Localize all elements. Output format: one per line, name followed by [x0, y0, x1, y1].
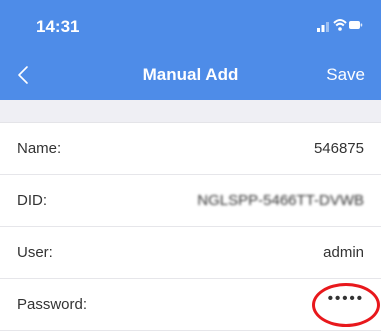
- device-form: Name: 546875 DID: NGLSPP-5466TT-DVWB Use…: [0, 122, 381, 331]
- password-label: Password:: [17, 296, 88, 313]
- password-row[interactable]: Password: •••••: [0, 279, 381, 331]
- battery-icon: [349, 21, 363, 29]
- did-row[interactable]: DID: NGLSPP-5466TT-DVWB: [0, 175, 381, 227]
- status-bar: 14:31: [0, 0, 381, 50]
- name-label: Name:: [17, 140, 62, 157]
- name-field[interactable]: 546875: [314, 140, 364, 157]
- user-row[interactable]: User: admin: [0, 227, 381, 279]
- page-title: Manual Add: [142, 65, 239, 84]
- user-label: User:: [17, 244, 53, 261]
- name-row[interactable]: Name: 546875: [0, 123, 381, 175]
- nav-bar: Manual Add Save: [0, 50, 381, 100]
- password-field[interactable]: •••••: [328, 290, 364, 307]
- signal-icon: [317, 22, 329, 32]
- did-field[interactable]: NGLSPP-5466TT-DVWB: [197, 192, 364, 209]
- user-field[interactable]: admin: [323, 244, 364, 261]
- wifi-icon: [333, 19, 347, 31]
- status-time: 14:31: [36, 17, 80, 36]
- did-label: DID:: [17, 192, 47, 209]
- save-button[interactable]: Save: [326, 65, 365, 85]
- status-indicators-icon: [317, 19, 363, 32]
- status-icons: [317, 18, 363, 32]
